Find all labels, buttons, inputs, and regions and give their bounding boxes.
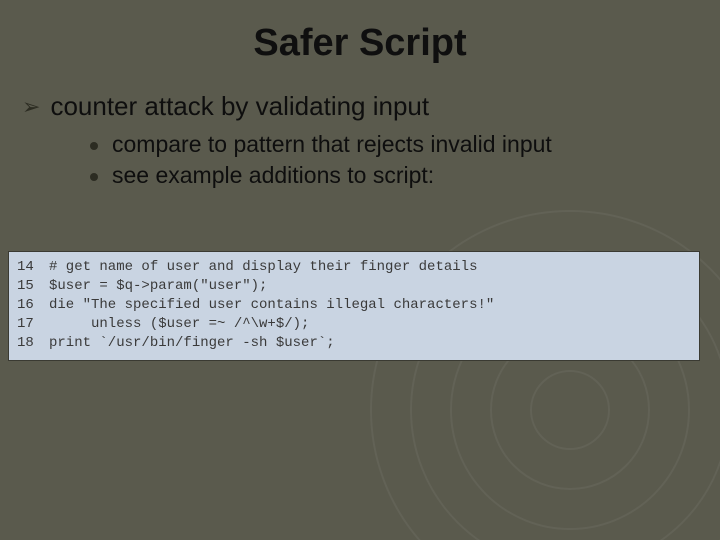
bullet-level1-text: counter attack by validating input <box>50 91 429 122</box>
line-number: 15 <box>17 277 49 296</box>
dot-icon <box>90 142 98 150</box>
line-number: 18 <box>17 334 49 353</box>
line-code: unless ($user =~ /^\w+$/); <box>49 315 494 334</box>
line-number: 14 <box>17 258 49 277</box>
code-block: 14 # get name of user and display their … <box>8 251 700 361</box>
code-table: 14 # get name of user and display their … <box>17 258 494 352</box>
slide: Safer Script ➢ counter attack by validat… <box>0 0 720 540</box>
sub-bullet: compare to pattern that rejects invalid … <box>90 131 690 158</box>
arrow-icon: ➢ <box>22 91 40 123</box>
sub-bullet-text: compare to pattern that rejects invalid … <box>112 131 552 158</box>
code-line: 17 unless ($user =~ /^\w+$/); <box>17 315 494 334</box>
bullet-level1: ➢ counter attack by validating input <box>22 91 690 123</box>
line-code: die "The specified user contains illegal… <box>49 296 494 315</box>
sub-bullet-text: see example additions to script: <box>112 162 434 189</box>
line-number: 17 <box>17 315 49 334</box>
bullet-level2-list: compare to pattern that rejects invalid … <box>90 131 690 189</box>
code-line: 16 die "The specified user contains ille… <box>17 296 494 315</box>
code-line: 14 # get name of user and display their … <box>17 258 494 277</box>
line-code: # get name of user and display their fin… <box>49 258 494 277</box>
dot-icon <box>90 173 98 181</box>
slide-title: Safer Script <box>30 22 690 65</box>
line-code: print `/usr/bin/finger -sh $user`; <box>49 334 494 353</box>
code-line: 18 print `/usr/bin/finger -sh $user`; <box>17 334 494 353</box>
line-number: 16 <box>17 296 49 315</box>
sub-bullet: see example additions to script: <box>90 162 690 189</box>
code-line: 15 $user = $q->param("user"); <box>17 277 494 296</box>
line-code: $user = $q->param("user"); <box>49 277 494 296</box>
